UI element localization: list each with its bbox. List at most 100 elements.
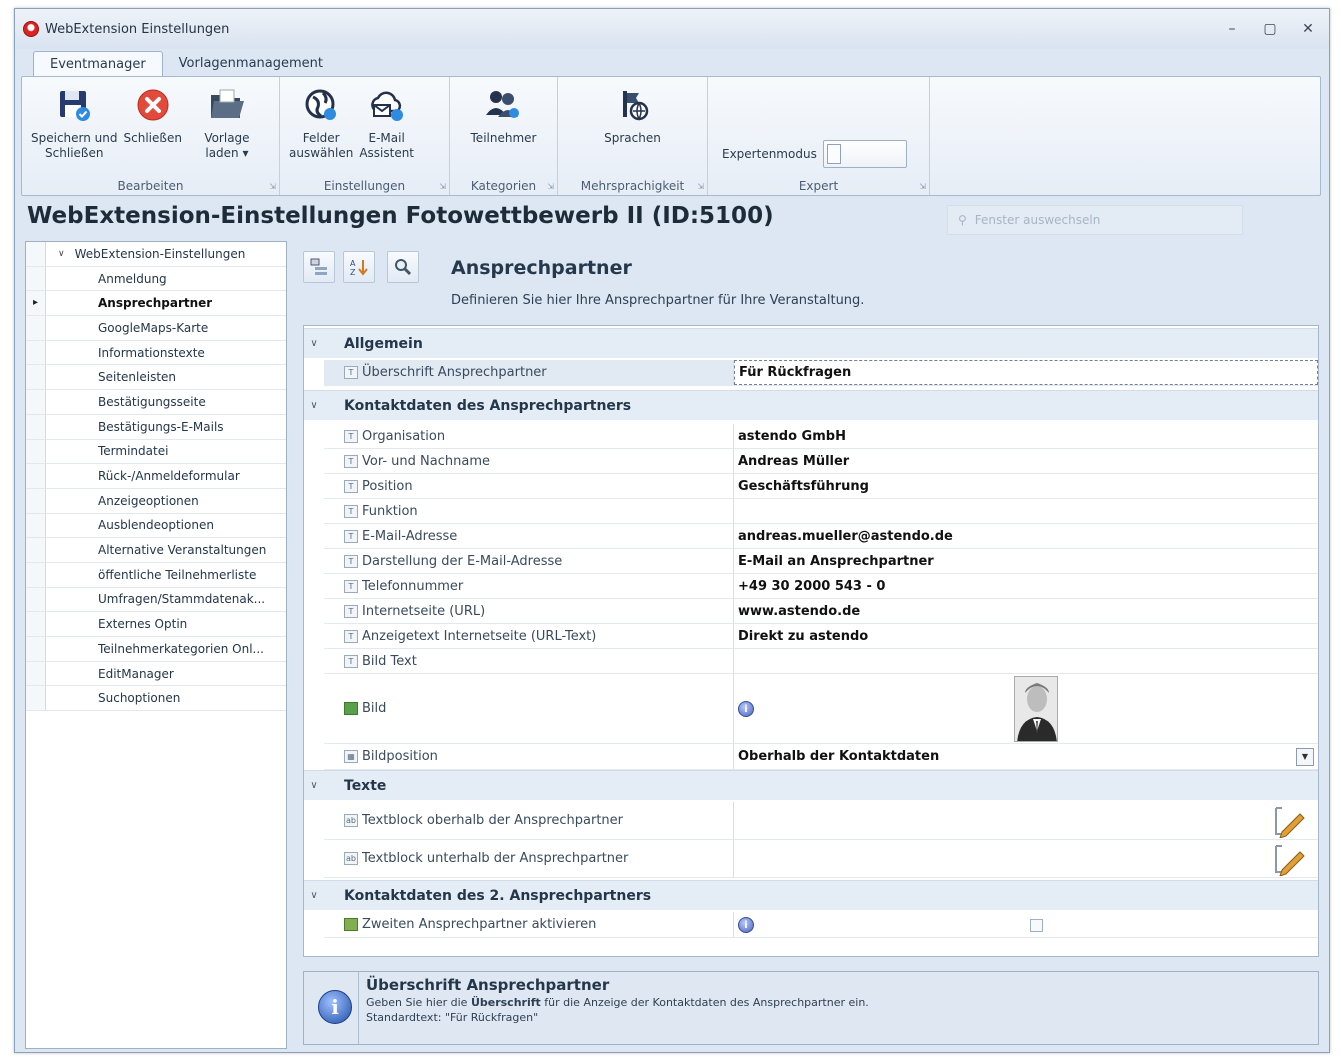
property-value-input[interactable]: www.astendo.de (734, 599, 1318, 623)
tree-item[interactable]: GoogleMaps-Karte (26, 316, 286, 341)
page-title: WebExtension-Einstellungen Fotowettbewer… (27, 203, 774, 229)
property-value[interactable] (734, 840, 1318, 877)
load-template-button[interactable]: Vorlage laden ▾ (199, 81, 255, 195)
category-kontaktdaten-2[interactable]: ∨ Kontaktdaten des 2. Ansprechpartners (304, 880, 1318, 910)
tree-item-label: Teilnehmerkategorien Onl... (98, 641, 264, 656)
image-position-select[interactable]: Oberhalb der Kontaktdaten ▼ (734, 744, 1318, 769)
participants-button[interactable]: Teilnehmer (468, 81, 540, 195)
categorized-view-button[interactable] (303, 251, 335, 283)
property-value-input[interactable]: Direkt zu astendo (734, 624, 1318, 648)
property-label: Zweiten Ansprechpartner aktivieren (362, 917, 597, 932)
property-row[interactable]: T Position Geschäftsführung (324, 474, 1318, 499)
minimize-icon[interactable]: – (1219, 19, 1245, 39)
property-value-input[interactable]: astendo GmbH (734, 424, 1318, 448)
property-value[interactable] (734, 802, 1318, 839)
tree-item[interactable]: Seitenleisten (26, 365, 286, 391)
property-row[interactable]: T Internetseite (URL) www.astendo.de (324, 599, 1318, 624)
text-field-icon: T (344, 579, 358, 593)
close-button[interactable]: Schließen (121, 81, 185, 195)
property-row[interactable]: T Darstellung der E-Mail-Adresse E-Mail a… (324, 549, 1318, 574)
image-value[interactable]: i (734, 674, 1318, 743)
select-fields-button[interactable]: Felder auswählen (286, 81, 356, 195)
property-row[interactable]: T Vor- und Nachname Andreas Müller (324, 449, 1318, 474)
property-label: Überschrift Ansprechpartner (362, 365, 547, 380)
tab-eventmanager[interactable]: Eventmanager (33, 51, 163, 77)
property-row[interactable]: T Organisation astendo GmbH (324, 424, 1318, 449)
tab-vorlagenmanagement[interactable]: Vorlagenmanagement (163, 51, 339, 77)
property-row[interactable]: ab Textblock oberhalb der Ansprechpartner (324, 802, 1318, 840)
property-value-input[interactable]: Für Rückfragen (734, 360, 1318, 385)
search-properties-button[interactable] (387, 251, 419, 283)
tree-item[interactable]: Rück-/Anmeldeformular (26, 464, 286, 489)
property-row[interactable]: T Telefonnummer +49 30 2000 543 - 0 (324, 574, 1318, 599)
tree-item[interactable]: Ausblendeoptionen (26, 513, 286, 539)
tree-root[interactable]: ∨ WebExtension-Einstellungen (26, 242, 286, 267)
property-row[interactable]: T Bild Text (324, 649, 1318, 674)
languages-label: Sprachen (604, 131, 661, 145)
info-icon[interactable]: i (738, 700, 754, 717)
edit-pencil-icon[interactable] (1270, 804, 1310, 838)
dialog-launcher-icon[interactable]: ⇲ (919, 182, 926, 191)
second-contact-checkbox[interactable] (1030, 919, 1043, 932)
tree-item[interactable]: Umfragen/Stammdatenak... (26, 587, 286, 613)
dialog-launcher-icon[interactable]: ⇲ (269, 182, 276, 191)
tree-item[interactable]: Bestätigungsseite (26, 390, 286, 415)
property-row[interactable]: ▦ Bildposition Oberhalb der Kontaktdaten … (324, 744, 1318, 770)
tree-gutter (26, 316, 46, 340)
chevron-down-icon[interactable]: ∨ (304, 780, 324, 791)
info-icon[interactable]: i (738, 916, 754, 933)
tree-item[interactable]: Bestätigungs-E-Mails (26, 414, 286, 440)
second-contact-toggle[interactable]: i (734, 912, 1318, 937)
tree-item[interactable]: Externes Optin (26, 612, 286, 637)
tree-item[interactable]: Informationstexte (26, 340, 286, 366)
property-row[interactable]: T E-Mail-Adresse andreas.mueller@astendo.… (324, 524, 1318, 549)
tree-gutter (26, 637, 46, 661)
tree-item[interactable]: Teilnehmerkategorien Onl... (26, 637, 286, 662)
property-value-input[interactable] (734, 649, 1318, 673)
property-row[interactable]: T Anzeigetext Internetseite (URL-Text) Di… (324, 624, 1318, 649)
tree-item[interactable]: ▸ Ansprechpartner (26, 291, 286, 317)
languages-button[interactable]: Sprachen (601, 81, 664, 195)
category-texte[interactable]: ∨ Texte (304, 770, 1318, 800)
alphabetical-sort-button[interactable]: A Z (343, 251, 375, 283)
property-value-input[interactable]: Geschäftsführung (734, 474, 1318, 498)
expert-mode-toggle[interactable] (822, 140, 907, 168)
property-row[interactable]: T Funktion (324, 499, 1318, 524)
property-value-input[interactable]: E-Mail an Ansprechpartner (734, 549, 1318, 573)
tree-item[interactable]: öffentliche Teilnehmerliste (26, 562, 286, 588)
property-row[interactable]: Zweiten Ansprechpartner aktivieren i (324, 912, 1318, 938)
tree-item-label: Seitenleisten (98, 370, 177, 385)
tree-item[interactable]: Anzeigeoptionen (26, 488, 286, 514)
category-kontaktdaten[interactable]: ∨ Kontaktdaten des Ansprechpartners (304, 390, 1318, 420)
property-value-input[interactable]: andreas.mueller@astendo.de (734, 524, 1318, 548)
property-row-image[interactable]: Bild i (324, 674, 1318, 744)
window-switch-input[interactable]: ⚲ Fenster auswechseln (947, 205, 1243, 235)
text-field-icon: T (344, 366, 358, 379)
dialog-launcher-icon[interactable]: ⇲ (439, 182, 446, 191)
property-name: ab Textblock unterhalb der Ansprechpartne… (324, 840, 734, 877)
maximize-icon[interactable]: ▢ (1257, 19, 1283, 39)
property-value-input[interactable]: Andreas Müller (734, 449, 1318, 473)
property-value-input[interactable] (734, 499, 1318, 523)
property-row[interactable]: T Überschrift Ansprechpartner Für Rückfra… (324, 360, 1318, 386)
dialog-launcher-icon[interactable]: ⇲ (697, 182, 704, 191)
chevron-down-icon[interactable]: ∨ (58, 249, 65, 259)
tree-item[interactable]: EditManager (26, 661, 286, 687)
save-and-close-button[interactable]: Speichern und Schließen (28, 81, 121, 195)
category-allgemein[interactable]: ∨ Allgemein (304, 328, 1318, 358)
edit-pencil-icon[interactable] (1270, 842, 1310, 876)
close-icon[interactable]: ✕ (1295, 19, 1321, 39)
dialog-launcher-icon[interactable]: ⇲ (547, 182, 554, 191)
chevron-down-icon[interactable]: ∨ (304, 338, 324, 349)
tree-item[interactable]: Alternative Veranstaltungen (26, 538, 286, 563)
chevron-down-icon[interactable]: ▼ (1296, 748, 1314, 766)
tree-gutter (26, 513, 46, 538)
tree-item[interactable]: Suchoptionen (26, 686, 286, 712)
chevron-down-icon[interactable]: ∨ (304, 890, 324, 901)
tree-item[interactable]: Anmeldung (26, 266, 286, 292)
property-value-input[interactable]: +49 30 2000 543 - 0 (734, 574, 1318, 598)
tree-item[interactable]: Termindatei (26, 439, 286, 465)
chevron-down-icon[interactable]: ∨ (304, 400, 324, 411)
property-row[interactable]: ab Textblock unterhalb der Ansprechpartne… (324, 840, 1318, 878)
email-assistant-button[interactable]: E-Mail Assistent (356, 81, 417, 195)
